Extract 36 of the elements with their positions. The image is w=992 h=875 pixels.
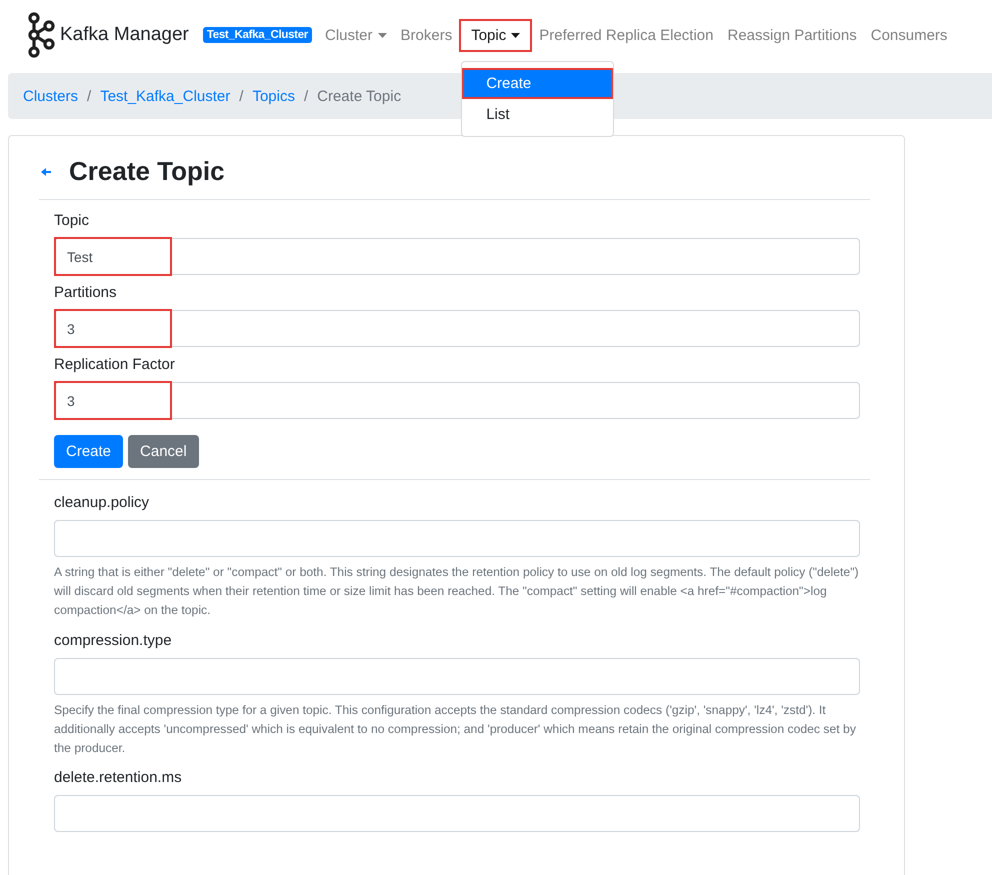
nav-link[interactable]: Consumers bbox=[864, 18, 954, 52]
help-text: A string that is either "delete" or "compact" or both. This string designates the retention policy to use on old log segments. The default policy ("delete") will discard old segments when their retention time or size limit has been reached. The "compact" setting will enable <a href="#compaction">log compaction</a> on the topic. bbox=[54, 564, 860, 619]
field-label: delete.retention.ms bbox=[54, 769, 183, 786]
menu-item[interactable]: List bbox=[462, 98, 614, 130]
field-label: Replication Factor bbox=[54, 356, 176, 373]
back-arrow-icon[interactable] bbox=[41, 168, 51, 176]
form-button[interactable]: Cancel bbox=[128, 435, 199, 468]
brand-name[interactable]: Kafka Manager bbox=[60, 24, 189, 46]
help-text: Specify the final compression type for a given topic. This configuration accepts the standard compression codecs ('gzip', 'snappy', 'lz4', 'zstd'). It additionally accepts 'uncompressed' which is equivalent to no compression; and 'producer' which means retain the original compression codec set by the producer. bbox=[54, 702, 857, 757]
cluster-badge: Test_Kafka_Cluster bbox=[202, 27, 312, 43]
nav-link[interactable]: Reassign Partitions bbox=[720, 18, 864, 52]
input-field[interactable]: 3 bbox=[54, 382, 860, 419]
input-field[interactable] bbox=[54, 795, 860, 832]
nav-link[interactable]: Topic bbox=[459, 18, 532, 52]
breadcrumb-separator: / bbox=[239, 88, 244, 104]
input-field[interactable] bbox=[54, 658, 860, 695]
breadcrumb-link[interactable]: Topics bbox=[252, 88, 295, 104]
field-label: Topic bbox=[54, 212, 90, 229]
field-label: cleanup.policy bbox=[54, 494, 150, 511]
menu-item[interactable]: Create bbox=[462, 68, 614, 98]
breadcrumb-link[interactable]: Clusters bbox=[23, 88, 78, 104]
page-title: Create Topic bbox=[69, 156, 225, 187]
logo-icon bbox=[26, 12, 56, 58]
form-button[interactable]: Create bbox=[54, 435, 124, 468]
nav-link[interactable]: Preferred Replica Election bbox=[532, 18, 720, 52]
input-field[interactable]: Test bbox=[54, 238, 860, 275]
breadcrumb-separator: / bbox=[304, 88, 308, 104]
nav-link[interactable]: Cluster bbox=[318, 18, 394, 52]
breadcrumb-link[interactable]: Test_Kafka_Cluster bbox=[100, 88, 230, 104]
breadcrumb-current: Create Topic bbox=[317, 88, 402, 104]
input-field[interactable] bbox=[54, 520, 860, 557]
input-field[interactable]: 3 bbox=[54, 310, 860, 347]
field-label: compression.type bbox=[54, 632, 173, 649]
nav-link[interactable]: Brokers bbox=[394, 18, 460, 52]
field-label: Partitions bbox=[54, 284, 118, 301]
breadcrumb-separator: / bbox=[87, 88, 92, 104]
